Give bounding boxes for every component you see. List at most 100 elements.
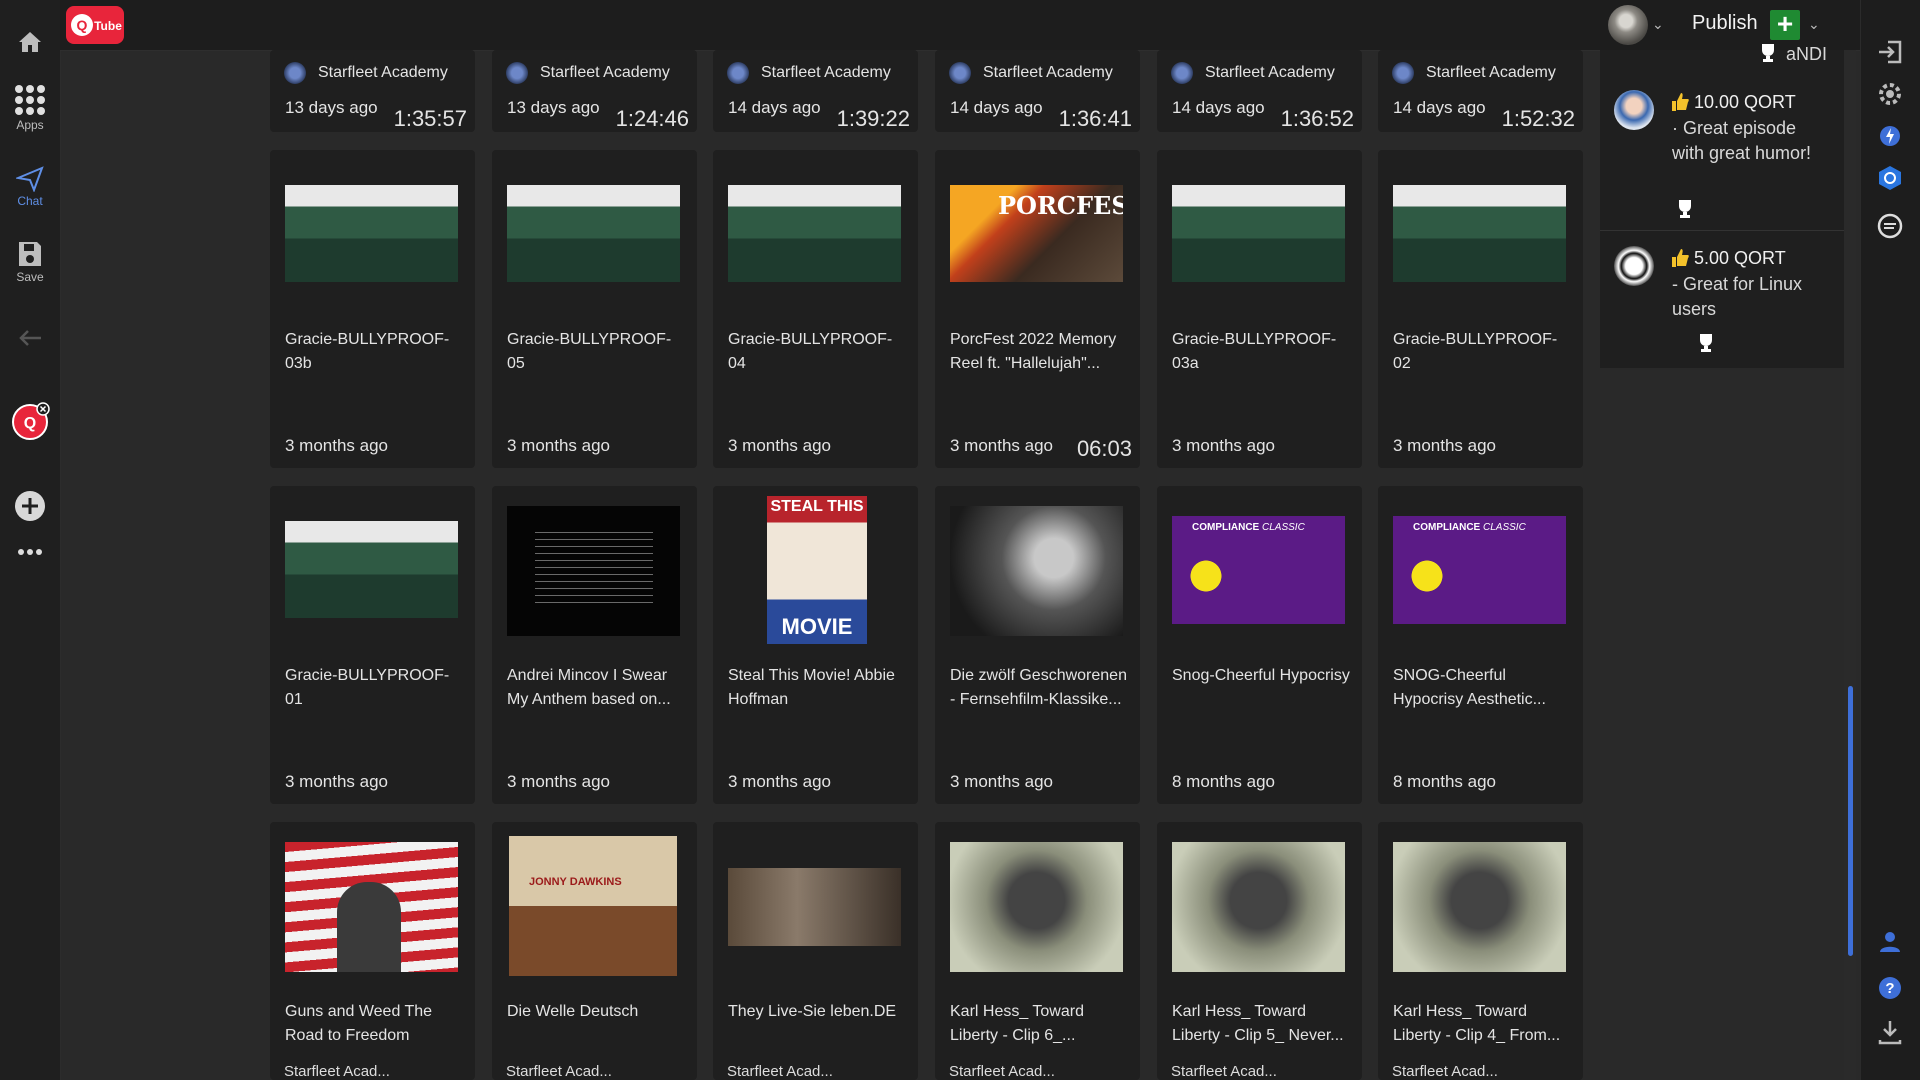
video-card[interactable]: Gracie-BULLYPROOF-01 3 months ago	[270, 486, 475, 804]
back-button[interactable]	[0, 328, 60, 348]
channel-name[interactable]: Starfleet Acad...	[1171, 1063, 1277, 1080]
publish-chevron-icon[interactable]: ⌄	[1808, 16, 1820, 33]
video-card[interactable]: Starfleet Academy 14 days ago 1:36:52	[1157, 50, 1362, 132]
video-title[interactable]: Gracie-BULLYPROOF-03a	[1172, 328, 1352, 376]
video-card[interactable]: Karl Hess_ Toward Liberty - Clip 5_ Neve…	[1157, 822, 1362, 1080]
publish-plus-button[interactable]: +	[1770, 10, 1800, 40]
video-title[interactable]: Die Welle Deutsch	[507, 1000, 687, 1024]
channel-name[interactable]: Starfleet Acad...	[727, 1063, 833, 1080]
chat-button[interactable]: Chat	[0, 166, 60, 208]
video-card[interactable]: Die zwölf Geschworenen - Fernsehfilm-Kla…	[935, 486, 1140, 804]
video-title[interactable]: Gracie-BULLYPROOF-02	[1393, 328, 1573, 376]
video-title[interactable]: Gracie-BULLYPROOF-04	[728, 328, 908, 376]
video-card[interactable]: JONNY DAWKINS Die Welle Deutsch Starflee…	[492, 822, 697, 1080]
apps-button[interactable]: Apps	[0, 84, 60, 132]
channel-name[interactable]: Starfleet Acad...	[506, 1063, 612, 1080]
video-title[interactable]: SNOG-Cheerful Hypocrisy Aesthetic...	[1393, 664, 1573, 712]
user-avatar[interactable]	[1608, 5, 1648, 45]
video-thumbnail[interactable]	[1393, 842, 1566, 972]
video-card[interactable]: Andrei Mincov I Swear My Anthem based on…	[492, 486, 697, 804]
video-card[interactable]: Guns and Weed The Road to Freedom Starfl…	[270, 822, 475, 1080]
save-button[interactable]: Save	[0, 240, 60, 284]
video-title[interactable]: Guns and Weed The Road to Freedom	[285, 1000, 465, 1048]
add-app-button[interactable]	[0, 490, 60, 522]
channel-name[interactable]: Starfleet Academy	[1205, 64, 1335, 82]
channel-name[interactable]: Starfleet Academy	[761, 64, 891, 82]
commenter-avatar[interactable]	[1614, 90, 1654, 130]
video-thumbnail[interactable]: PORCFEST	[950, 185, 1123, 282]
video-thumbnail[interactable]: JONNY DAWKINS	[509, 836, 677, 976]
commenter-avatar[interactable]	[1614, 246, 1654, 286]
video-thumbnail[interactable]	[285, 842, 458, 972]
q-chat-icon[interactable]	[1876, 212, 1904, 240]
qortal-hex-icon[interactable]	[1876, 164, 1904, 192]
channel-name[interactable]: Starfleet Academy	[540, 64, 670, 82]
video-thumbnail[interactable]: STEAL THIS MOVIE	[767, 496, 867, 644]
users-icon[interactable]	[1876, 928, 1904, 956]
video-title[interactable]: Gracie-BULLYPROOF-05	[507, 328, 687, 376]
video-card[interactable]: COMPLIANCE CLASSIC Snog-Cheerful Hypocri…	[1157, 486, 1362, 804]
video-card[interactable]: Karl Hess_ Toward Liberty - Clip 6_... S…	[935, 822, 1140, 1080]
video-thumbnail[interactable]	[950, 506, 1123, 636]
video-thumbnail[interactable]	[507, 506, 680, 636]
gear-icon[interactable]	[1876, 80, 1904, 108]
video-card[interactable]: Starfleet Academy 14 days ago 1:36:41	[935, 50, 1140, 132]
trophy-icon[interactable]	[1675, 200, 1695, 218]
video-card[interactable]: Starfleet Academy 14 days ago 1:52:32	[1378, 50, 1583, 132]
channel-name[interactable]: Starfleet Acad...	[949, 1063, 1055, 1080]
scrollbar-thumb[interactable]	[1848, 686, 1853, 956]
download-icon[interactable]	[1876, 1018, 1904, 1046]
video-thumbnail[interactable]	[1393, 185, 1566, 282]
channel-name[interactable]: Starfleet Academy	[983, 64, 1113, 82]
video-card[interactable]: They Live-Sie leben.DE Starfleet Acad...	[713, 822, 918, 1080]
video-card[interactable]: Gracie-BULLYPROOF-03a 3 months ago	[1157, 150, 1362, 468]
video-thumbnail[interactable]: COMPLIANCE CLASSIC	[1172, 516, 1345, 624]
video-thumbnail[interactable]	[1172, 842, 1345, 972]
video-thumbnail[interactable]	[285, 185, 458, 282]
video-thumbnail[interactable]	[728, 185, 901, 282]
video-title[interactable]: Steal This Movie! Abbie Hoffman	[728, 664, 908, 712]
video-card[interactable]: STEAL THIS MOVIE Steal This Movie! Abbie…	[713, 486, 918, 804]
qtube-app-button[interactable]: Q	[0, 402, 60, 442]
login-icon[interactable]	[1876, 38, 1904, 66]
help-icon[interactable]: ?	[1876, 974, 1904, 1002]
channel-name[interactable]: Starfleet Academy	[1426, 64, 1556, 82]
video-thumbnail[interactable]	[728, 868, 901, 946]
video-thumbnail[interactable]: COMPLIANCE CLASSIC	[1393, 516, 1566, 624]
video-card[interactable]: Gracie-BULLYPROOF-03b 3 months ago	[270, 150, 475, 468]
video-card[interactable]: Starfleet Academy 14 days ago 1:39:22	[713, 50, 918, 132]
trophy-icon[interactable]	[1696, 334, 1716, 352]
qtube-logo[interactable]: Q Tube	[66, 6, 124, 44]
video-thumbnail[interactable]	[950, 842, 1123, 972]
chevron-down-icon[interactable]: ⌄	[1652, 16, 1664, 33]
video-title[interactable]: Karl Hess_ Toward Liberty - Clip 4_ From…	[1393, 1000, 1573, 1048]
channel-name[interactable]: Starfleet Academy	[318, 64, 448, 82]
video-thumbnail[interactable]	[507, 185, 680, 282]
commenter-name: aNDI	[1786, 44, 1828, 64]
home-button[interactable]	[0, 30, 60, 54]
video-title[interactable]: PorcFest 2022 Memory Reel ft. "Halleluja…	[950, 328, 1130, 376]
video-title[interactable]: Gracie-BULLYPROOF-01	[285, 664, 465, 712]
video-card[interactable]: PORCFEST PorcFest 2022 Memory Reel ft. "…	[935, 150, 1140, 468]
video-card[interactable]: Gracie-BULLYPROOF-02 3 months ago	[1378, 150, 1583, 468]
video-title[interactable]: Gracie-BULLYPROOF-03b	[285, 328, 465, 376]
video-title[interactable]: Die zwölf Geschworenen - Fernsehfilm-Kla…	[950, 664, 1130, 712]
video-card[interactable]: Gracie-BULLYPROOF-05 3 months ago	[492, 150, 697, 468]
video-card[interactable]: COMPLIANCE CLASSIC SNOG-Cheerful Hypocri…	[1378, 486, 1583, 804]
channel-name[interactable]: Starfleet Acad...	[1392, 1063, 1498, 1080]
lightning-wallet-icon[interactable]	[1876, 122, 1904, 150]
video-title[interactable]: Andrei Mincov I Swear My Anthem based on…	[507, 664, 687, 712]
video-card[interactable]: Gracie-BULLYPROOF-04 3 months ago	[713, 150, 918, 468]
publish-label[interactable]: Publish	[1692, 12, 1758, 35]
channel-name[interactable]: Starfleet Acad...	[284, 1063, 390, 1080]
video-title[interactable]: They Live-Sie leben.DE	[728, 1000, 908, 1024]
more-button[interactable]	[0, 548, 60, 556]
video-card[interactable]: Starfleet Academy 13 days ago 1:35:57	[270, 50, 475, 132]
video-thumbnail[interactable]	[285, 521, 458, 618]
video-title[interactable]: Karl Hess_ Toward Liberty - Clip 5_ Neve…	[1172, 1000, 1352, 1048]
video-title[interactable]: Karl Hess_ Toward Liberty - Clip 6_...	[950, 1000, 1130, 1048]
video-card[interactable]: Karl Hess_ Toward Liberty - Clip 4_ From…	[1378, 822, 1583, 1080]
video-title[interactable]: Snog-Cheerful Hypocrisy	[1172, 664, 1352, 688]
video-card[interactable]: Starfleet Academy 13 days ago 1:24:46	[492, 50, 697, 132]
video-thumbnail[interactable]	[1172, 185, 1345, 282]
